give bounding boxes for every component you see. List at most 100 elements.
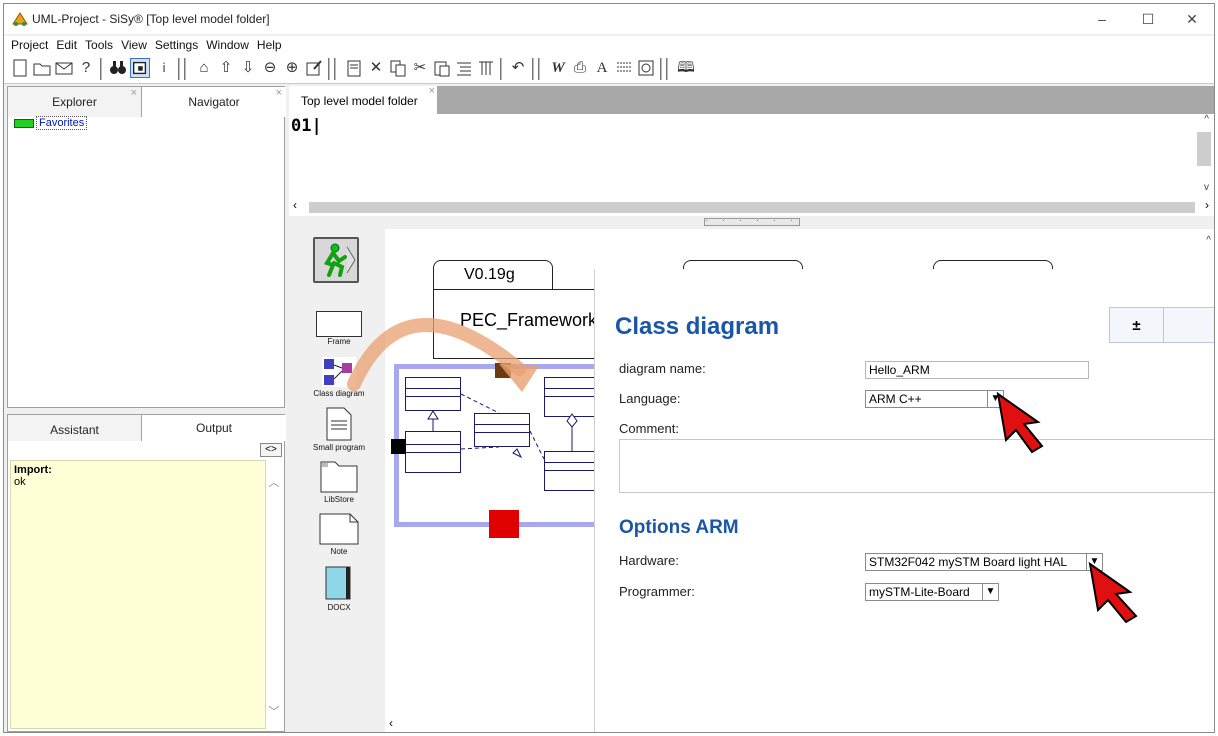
tab-assistant[interactable]: Assistant	[8, 415, 142, 441]
zoom-in-icon[interactable]: ⊕	[282, 58, 302, 78]
diagram-name-input[interactable]: Hello_ARM	[865, 361, 1089, 379]
tab-explorer-label: Explorer	[52, 95, 97, 109]
down-icon[interactable]: ⇩	[238, 58, 258, 78]
scroll-track[interactable]	[309, 202, 1195, 213]
scroll-left-icon[interactable]: ‹	[389, 716, 393, 730]
menu-edit[interactable]: Edit	[52, 36, 81, 54]
palette-libstore[interactable]: LibStore	[307, 461, 371, 504]
tab-close-icon[interactable]: ×	[131, 78, 137, 108]
title-bar: UML-Project - SiSy® [Top level model fol…	[4, 4, 1214, 34]
output-text-area[interactable]: Import: ok	[10, 460, 266, 729]
run-button[interactable]	[313, 237, 359, 283]
nav-toggle-button[interactable]: <>	[260, 443, 282, 457]
plus-minus-button[interactable]: ±	[1109, 307, 1164, 343]
align-icon[interactable]	[614, 58, 634, 78]
word-icon[interactable]: W	[548, 58, 568, 78]
maximize-button[interactable]: ☐	[1128, 9, 1168, 29]
palette-item-label: LibStore	[324, 495, 354, 504]
language-select[interactable]: ARM C++ ▼	[865, 390, 1004, 408]
paste-icon[interactable]	[432, 58, 452, 78]
refresh-icon[interactable]	[636, 58, 656, 78]
toolbar-separator	[538, 58, 540, 80]
info-icon[interactable]: ⅰ	[154, 58, 174, 78]
toolbar-separator	[500, 58, 502, 80]
toolbar: ? ⅰ ⌂ ⇧ ⇩ ⊖ ⊕ ✕ ✂ ↶ W ⎙ A 🕮	[4, 54, 1214, 84]
cut-icon[interactable]: ✕	[366, 58, 386, 78]
scroll-up-icon[interactable]: ︿	[266, 474, 282, 490]
properties-icon[interactable]	[344, 58, 364, 78]
scroll-up-icon[interactable]: ^	[1204, 114, 1209, 125]
code-editor[interactable]: 01| ^ v ‹ ›	[289, 114, 1214, 216]
tab-output[interactable]: Output	[142, 415, 286, 441]
splitter-handle[interactable]: · · · · · ·	[704, 217, 800, 226]
scroll-left-icon[interactable]: ‹	[293, 198, 297, 212]
menu-window[interactable]: Window	[202, 36, 253, 54]
hardware-select[interactable]: STM32F042 mySTM Board light HAL ▼	[865, 553, 1103, 571]
menu-tools[interactable]: Tools	[81, 36, 117, 54]
chevron-down-icon[interactable]: ▼	[982, 584, 998, 600]
scroll-down-icon[interactable]: ﹀	[266, 703, 282, 719]
print-icon[interactable]: ⎙	[570, 58, 590, 78]
palette-note[interactable]: Note	[307, 513, 371, 556]
menu-settings[interactable]: Settings	[151, 36, 202, 54]
search-icon[interactable]	[108, 58, 128, 78]
font-icon[interactable]: A	[592, 58, 612, 78]
output-scrollbar[interactable]: ︿ ﹀	[266, 460, 282, 729]
new-icon[interactable]	[10, 58, 30, 78]
scroll-right-icon[interactable]: ›	[1205, 198, 1209, 212]
docx-icon	[325, 566, 351, 600]
toolbar-separator	[532, 58, 534, 80]
scroll-thumb[interactable]	[1197, 132, 1211, 166]
app-icon	[12, 12, 28, 26]
menu-project[interactable]: Project	[4, 36, 52, 54]
extra-button[interactable]	[1164, 307, 1214, 343]
folder-icon	[14, 118, 34, 128]
toolbar-separator	[666, 58, 668, 80]
help-icon[interactable]: ?	[76, 58, 96, 78]
toolbar-separator	[660, 58, 662, 80]
explorer-panel: Explorer × Navigator × Favorites	[7, 86, 286, 408]
scroll-up-icon[interactable]: ^	[1206, 235, 1211, 246]
cut-icon[interactable]: ✂	[410, 58, 430, 78]
scroll-down-icon[interactable]: v	[1204, 182, 1209, 193]
palette-item-label: Note	[330, 547, 348, 556]
tab-assistant-label: Assistant	[50, 423, 99, 437]
tab-top-level-model-folder[interactable]: Top level model folder ×	[289, 85, 437, 114]
list-icon[interactable]	[454, 58, 474, 78]
tab-navigator-label: Navigator	[188, 95, 240, 109]
open-icon[interactable]	[32, 58, 52, 78]
tab-close-icon[interactable]: ×	[429, 85, 435, 97]
minimize-button[interactable]: –	[1082, 9, 1122, 29]
tree-item-favorites[interactable]: Favorites	[14, 116, 88, 130]
editor-tab-label: Top level model folder	[301, 94, 418, 108]
edit-icon[interactable]	[304, 58, 324, 78]
palette-docx[interactable]: DOCX	[307, 565, 371, 612]
app-window: UML-Project - SiSy® [Top level model fol…	[3, 3, 1215, 733]
tab-close-icon[interactable]: ×	[276, 78, 282, 108]
up-icon[interactable]: ⇧	[216, 58, 236, 78]
undo-icon[interactable]: ↶	[508, 58, 528, 78]
zoom-out-icon[interactable]: ⊖	[260, 58, 280, 78]
book-icon[interactable]: 🕮	[676, 58, 696, 78]
window-icon[interactable]	[130, 58, 150, 78]
tab-navigator[interactable]: Navigator ×	[142, 87, 286, 117]
menu-help[interactable]: Help	[253, 36, 286, 54]
programmer-select[interactable]: mySTM-Lite-Board ▼	[865, 583, 999, 601]
home-icon[interactable]: ⌂	[194, 58, 214, 78]
dialog-title: Class diagram	[615, 313, 780, 340]
menu-view[interactable]: View	[117, 36, 151, 54]
toolbar-separator	[334, 58, 336, 80]
tab-explorer[interactable]: Explorer ×	[8, 87, 142, 117]
comment-label: Comment:	[619, 421, 679, 436]
close-button[interactable]: ✕	[1172, 9, 1212, 29]
options-section-title: Options ARM	[619, 517, 739, 538]
palette-small-program[interactable]: Small program	[307, 407, 371, 452]
resize-handle[interactable]	[391, 439, 406, 454]
copy-icon[interactable]	[388, 58, 408, 78]
grid-icon[interactable]	[476, 58, 496, 78]
hardware-label: Hardware:	[619, 553, 679, 568]
mail-icon[interactable]	[54, 58, 74, 78]
delete-handle[interactable]	[489, 510, 519, 538]
editor-horizontal-scrollbar[interactable]: ‹ ›	[289, 198, 1214, 216]
comment-textarea[interactable]	[619, 439, 1214, 493]
